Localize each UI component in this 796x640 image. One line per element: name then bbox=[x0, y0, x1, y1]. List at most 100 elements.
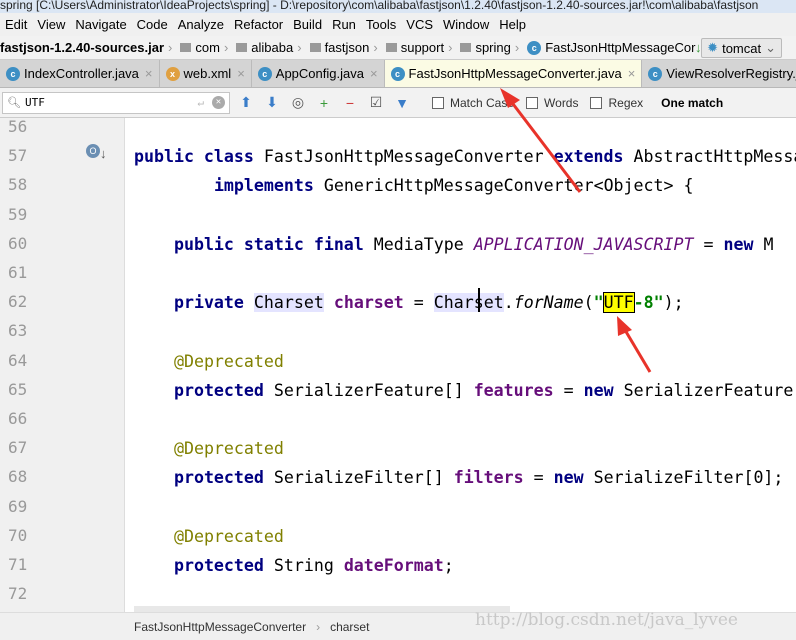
tab-viewresolverregistry-ja[interactable]: c ViewResolverRegistry.ja bbox=[642, 60, 796, 87]
file-icon: c bbox=[6, 66, 20, 81]
breadcrumb-fastjson[interactable]: fastjson › bbox=[309, 40, 382, 55]
code-token: new bbox=[723, 234, 764, 254]
breadcrumb-label: alibaba bbox=[251, 40, 294, 55]
status-class[interactable]: FastJsonHttpMessageConverter bbox=[134, 620, 306, 634]
tab-fastjsonhttpmessageconverter-java[interactable]: c FastJsonHttpMessageConverter.java × bbox=[384, 60, 643, 87]
menu-bar: Edit View Navigate Code Analyze Refactor Build… bbox=[0, 13, 796, 36]
breadcrumb-jar[interactable]: fastjson-1.2.40-sources.jar › bbox=[0, 40, 176, 55]
code-line: protected SerializerFeature[] features =… bbox=[134, 380, 793, 402]
menu-item-view[interactable]: View bbox=[37, 17, 65, 32]
regex-checkbox[interactable]: Regex bbox=[590, 96, 643, 110]
breadcrumb-class[interactable]: c FastJsonHttpMessageCor bbox=[527, 40, 695, 55]
code-token: = bbox=[403, 293, 434, 313]
menu-item-vcs[interactable]: VCS bbox=[406, 17, 433, 32]
code-editor[interactable]: public class FastJsonHttpMessageConverte… bbox=[126, 118, 796, 612]
tab-label: ViewResolverRegistry.ja bbox=[666, 66, 796, 81]
line-number: 57 bbox=[8, 146, 28, 166]
line-number: 64 bbox=[8, 350, 28, 370]
next-occurrence-icon[interactable]: ⬇ bbox=[262, 94, 282, 111]
code-token: @Deprecated bbox=[173, 526, 284, 546]
tab-label: FastJsonHttpMessageConverter.java bbox=[408, 66, 622, 81]
menu-item-refactor[interactable]: Refactor bbox=[234, 17, 283, 32]
clear-icon[interactable]: ✕ bbox=[212, 96, 225, 109]
code-token: public class bbox=[134, 147, 264, 167]
code-line: protected String dateFormat; bbox=[134, 555, 454, 577]
remove-selection-icon[interactable]: − bbox=[340, 95, 360, 111]
find-all-icon[interactable]: ◎ bbox=[288, 94, 308, 111]
previous-occurrence-icon[interactable]: ⬆ bbox=[236, 94, 256, 111]
menu-item-window[interactable]: Window bbox=[443, 17, 489, 32]
close-tab-icon[interactable]: × bbox=[370, 66, 378, 81]
code-token: filters bbox=[453, 468, 524, 488]
words-checkbox[interactable]: Words bbox=[526, 96, 578, 110]
menu-item-build[interactable]: Build bbox=[293, 17, 322, 32]
folder-icon bbox=[309, 43, 321, 52]
code-token: @Deprecated bbox=[173, 439, 284, 459]
overridden-method-icon[interactable]: O bbox=[86, 144, 100, 158]
close-tab-icon[interactable]: × bbox=[145, 66, 153, 81]
code-line: implements GenericHttpMessageConverter<O… bbox=[134, 175, 694, 197]
code-token: new bbox=[583, 380, 624, 400]
add-selection-icon[interactable]: + bbox=[314, 95, 334, 111]
status-member[interactable]: charset bbox=[330, 620, 369, 634]
match-case-checkbox[interactable]: Match Case bbox=[432, 96, 514, 110]
class-icon: c bbox=[527, 40, 542, 55]
code-token: -8" bbox=[633, 293, 664, 313]
menu-item-edit[interactable]: Edit bbox=[5, 17, 27, 32]
code-token: new bbox=[553, 468, 594, 488]
code-token: protected bbox=[173, 556, 274, 575]
code-token: Charset bbox=[253, 293, 324, 313]
breadcrumb-alibaba[interactable]: alibaba › bbox=[236, 40, 305, 55]
code-token: protected bbox=[173, 468, 274, 488]
code-token: ( bbox=[583, 293, 594, 313]
close-tab-icon[interactable]: × bbox=[628, 66, 636, 81]
line-number: 56 bbox=[8, 117, 28, 136]
menu-item-navigate[interactable]: Navigate bbox=[75, 17, 126, 32]
close-tab-icon[interactable]: × bbox=[237, 66, 245, 81]
breadcrumb-com[interactable]: com › bbox=[180, 40, 232, 55]
code-token: charset bbox=[333, 293, 404, 313]
tab-label: IndexController.java bbox=[24, 66, 139, 81]
menu-item-run[interactable]: Run bbox=[332, 17, 356, 32]
breadcrumb-label: support bbox=[400, 40, 445, 55]
breadcrumb-spring[interactable]: spring › bbox=[460, 40, 523, 55]
menu-item-analyze[interactable]: Analyze bbox=[178, 17, 224, 32]
line-number-gutter: O ↓ 56 57 58 59 60 61 62 63 64 65 66 67 68 69 70 71 72 bbox=[0, 117, 125, 612]
menu-item-help[interactable]: Help bbox=[499, 17, 526, 32]
select-all-occurrences-icon[interactable]: ☑ bbox=[366, 94, 386, 111]
filter-icon[interactable]: ▼ bbox=[392, 95, 412, 111]
search-value: UTF bbox=[24, 96, 45, 109]
line-number: 70 bbox=[8, 525, 28, 545]
menu-item-code[interactable]: Code bbox=[137, 17, 168, 32]
menu-item-tools[interactable]: Tools bbox=[366, 17, 396, 32]
tab-appconfig-java[interactable]: c AppConfig.java × bbox=[252, 60, 385, 87]
tab-indexcontroller-java[interactable]: c IndexController.java × bbox=[0, 60, 160, 87]
file-icon: c bbox=[257, 66, 272, 81]
breadcrumb-label: fastjson bbox=[324, 40, 370, 55]
line-number: 63 bbox=[8, 321, 28, 341]
file-icon: c bbox=[390, 66, 405, 81]
code-token: protected bbox=[173, 380, 274, 400]
search-input[interactable]: 🔍︎ UTF ↵ ✕ bbox=[2, 91, 230, 114]
code-token: private bbox=[173, 293, 254, 313]
code-line: public class FastJsonHttpMessageConverte… bbox=[134, 146, 796, 168]
code-line: @Deprecated bbox=[134, 438, 284, 460]
code-token: public static final bbox=[173, 234, 374, 254]
breadcrumb-support[interactable]: support › bbox=[385, 40, 457, 55]
run-config-select[interactable]: ✹ tomcat ⌄ bbox=[701, 38, 782, 58]
code-token: SerializerFeature bbox=[623, 380, 794, 400]
code-line: protected SerializeFilter[] filters = ne… bbox=[134, 467, 783, 489]
match-case-label: Match Case bbox=[450, 95, 515, 110]
code-token: @Deprecated bbox=[173, 351, 284, 371]
tab-web-xml[interactable]: x web.xml × bbox=[160, 60, 252, 87]
regex-label: Regex bbox=[608, 95, 644, 110]
code-token: features bbox=[473, 380, 554, 400]
code-line: @Deprecated bbox=[134, 351, 284, 373]
line-number: 69 bbox=[8, 496, 28, 516]
code-token: FastJsonHttpMessageConverter bbox=[263, 147, 554, 167]
